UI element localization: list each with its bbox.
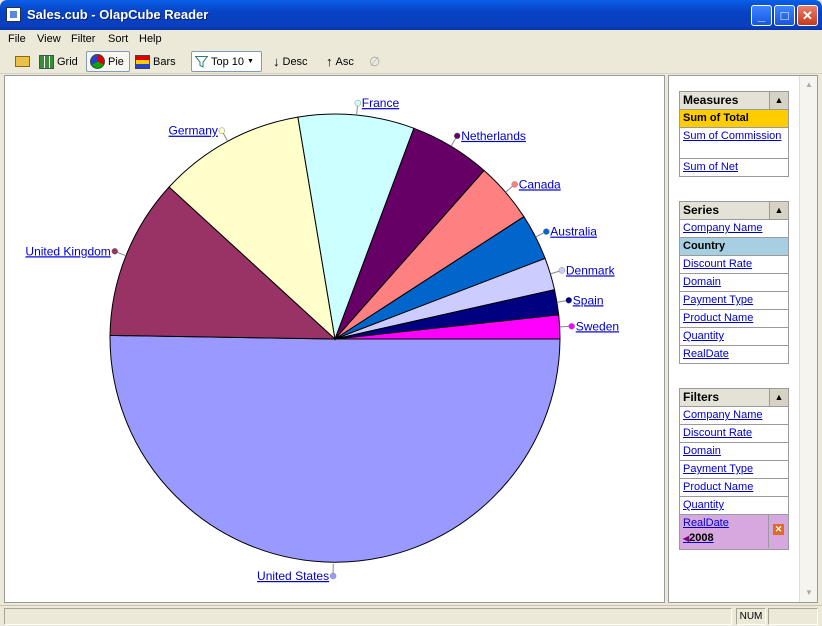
series-item[interactable]: Discount Rate [680, 256, 788, 274]
series-item[interactable]: Country [680, 238, 788, 256]
label-marker [511, 181, 518, 188]
app-icon [6, 7, 21, 22]
active-filter-label[interactable]: RealDate [683, 517, 729, 529]
filters-header: Filters ▲ [680, 389, 788, 407]
vertical-scrollbar[interactable]: ▲ ▼ [799, 76, 817, 602]
desc-label: Desc [282, 55, 308, 68]
measure-item[interactable]: Sum of Commission [680, 128, 788, 159]
grid-icon [39, 54, 54, 69]
pie-slice[interactable] [109, 334, 561, 563]
label-marker [565, 297, 573, 304]
toolbar: Grid Pie Bars Top 10 ▼ Desc Asc ∅ [0, 49, 822, 74]
open-button[interactable] [12, 51, 33, 72]
filter-item[interactable]: Company Name [680, 407, 788, 425]
measures-header: Measures ▲ [680, 92, 788, 110]
slice-label[interactable]: United States [257, 569, 329, 583]
pie-chart: United States United Kingdom Germany France… [25, 96, 619, 583]
pie-label: Pie [108, 55, 124, 68]
series-box: Series ▲ Company Name Country Discount R… [679, 201, 789, 364]
series-title: Series [683, 203, 720, 217]
top-n-label: Top 10 [211, 55, 245, 68]
remove-filter-icon[interactable] [768, 515, 788, 548]
label-marker [543, 228, 550, 235]
minimize-button[interactable]: _ [751, 5, 772, 26]
filter-item[interactable]: Discount Rate [680, 425, 788, 443]
label-marker [558, 267, 566, 274]
label-marker [329, 572, 337, 580]
series-item[interactable]: Domain [680, 274, 788, 292]
pie-button[interactable]: Pie [86, 51, 130, 72]
window-title: Sales.cub - OlapCube Reader [27, 7, 209, 22]
scroll-down-icon[interactable]: ▼ [802, 586, 816, 600]
bar-chart-icon [135, 54, 150, 69]
scroll-up-icon[interactable]: ▲ [802, 78, 816, 92]
menu-view[interactable]: View [37, 33, 61, 45]
slice-label[interactable]: Spain [573, 293, 604, 307]
filter-item[interactable]: Product Name [680, 479, 788, 497]
series-item[interactable]: Payment Type [680, 292, 788, 310]
label-marker [568, 323, 575, 330]
measures-box: Measures ▲ Sum of Total Sum of Commissio… [679, 91, 789, 177]
slice-label[interactable]: France [362, 96, 400, 110]
series-item[interactable]: RealDate [680, 346, 788, 363]
measures-title: Measures [683, 93, 739, 107]
filter-item[interactable]: Quantity [680, 497, 788, 515]
label-marker [453, 132, 461, 140]
sort-asc-button[interactable]: Asc [323, 51, 357, 72]
maximize-button[interactable]: □ [774, 5, 795, 26]
asc-label: Asc [335, 55, 354, 68]
slice-label[interactable]: Germany [169, 124, 218, 138]
filter-item[interactable]: Payment Type [680, 461, 788, 479]
arrow-down-icon [273, 54, 280, 69]
status-message [4, 608, 732, 625]
sort-desc-button[interactable]: Desc [270, 51, 311, 72]
active-filter-item[interactable]: RealDate 2008 [680, 515, 788, 549]
no-sort-button[interactable]: ∅ [366, 51, 383, 72]
slice-label[interactable]: Sweden [576, 319, 619, 333]
status-bar: NUM [0, 605, 822, 626]
menu-filter[interactable]: Filter [71, 33, 95, 45]
series-item[interactable]: Product Name [680, 310, 788, 328]
slice-label[interactable]: Canada [519, 177, 561, 191]
slice-label[interactable]: Netherlands [461, 129, 526, 143]
menu-bar: File View Filter Sort Help [0, 30, 822, 49]
label-marker [354, 99, 362, 107]
bars-button[interactable]: Bars [132, 51, 179, 72]
top-n-dropdown[interactable]: Top 10 ▼ [191, 51, 262, 72]
chevron-down-icon: ▼ [247, 58, 254, 65]
num-lock-indicator: NUM [736, 608, 766, 625]
measure-item[interactable]: Sum of Net [680, 159, 788, 176]
close-button[interactable]: ✕ [797, 5, 818, 26]
grid-label: Grid [57, 55, 78, 68]
chart-area: United States United Kingdom Germany France… [4, 75, 665, 603]
title-bar: Sales.cub - OlapCube Reader _ □ ✕ [0, 0, 822, 30]
filter-item[interactable]: Domain [680, 443, 788, 461]
series-header: Series ▲ [680, 202, 788, 220]
filters-box: Filters ▲ Company Name Discount Rate Dom… [679, 388, 789, 550]
grid-button[interactable]: Grid [36, 51, 81, 72]
pie-chart-icon [90, 54, 105, 69]
collapse-icon[interactable]: ▲ [769, 92, 788, 109]
series-item[interactable]: Company Name [680, 220, 788, 238]
folder-open-icon [15, 56, 30, 67]
label-marker [111, 248, 119, 255]
status-panel [768, 608, 818, 625]
collapse-icon[interactable]: ▲ [769, 202, 788, 219]
no-sort-icon: ∅ [369, 53, 381, 69]
slice-label[interactable]: Australia [550, 225, 597, 239]
menu-file[interactable]: File [8, 33, 26, 45]
collapse-icon[interactable]: ▲ [769, 389, 788, 406]
label-marker [218, 127, 226, 134]
filter-funnel-icon [195, 55, 208, 68]
field-panel: Measures ▲ Sum of Total Sum of Commissio… [668, 75, 818, 603]
slice-label[interactable]: United Kingdom [25, 244, 110, 258]
menu-help[interactable]: Help [139, 33, 162, 45]
menu-sort[interactable]: Sort [108, 33, 128, 45]
slice-label[interactable]: Denmark [566, 263, 616, 277]
bars-label: Bars [153, 55, 176, 68]
arrow-up-icon [326, 54, 333, 69]
series-item[interactable]: Quantity [680, 328, 788, 346]
measure-item[interactable]: Sum of Total [680, 110, 788, 128]
filters-title: Filters [683, 390, 720, 404]
